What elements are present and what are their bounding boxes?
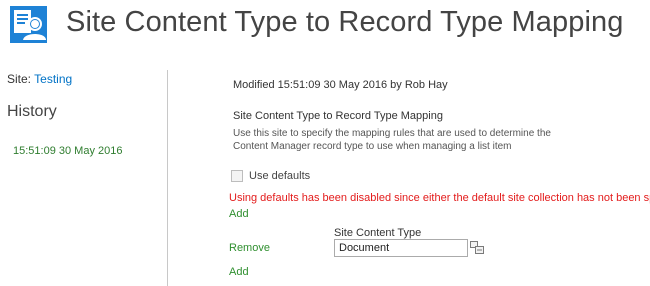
site-name-link[interactable]: Testing xyxy=(34,72,72,86)
section-title: Site Content Type to Record Type Mapping xyxy=(233,110,443,122)
use-defaults-checkbox[interactable] xyxy=(231,170,243,182)
app-logo xyxy=(10,6,47,43)
content-type-input[interactable] xyxy=(334,239,468,257)
section-description: Use this site to specify the mapping rul… xyxy=(233,128,551,152)
page-title: Site Content Type to Record Type Mapping xyxy=(66,6,624,38)
error-message: Using defaults has been disabled since e… xyxy=(229,192,650,204)
site-label: Site: xyxy=(7,72,32,86)
add-button-top[interactable]: Add xyxy=(229,208,249,220)
remove-button[interactable]: Remove xyxy=(229,242,270,254)
column-header-site-content-type: Site Content Type xyxy=(334,227,422,239)
browse-picker-icon[interactable] xyxy=(470,241,484,254)
history-heading: History xyxy=(7,103,57,120)
use-defaults-label: Use defaults xyxy=(249,170,311,182)
use-defaults-row[interactable]: Use defaults xyxy=(229,170,310,182)
sidebar-divider xyxy=(167,70,168,286)
add-button-bottom[interactable]: Add xyxy=(229,266,249,278)
document-user-icon xyxy=(10,6,47,43)
history-item[interactable]: 15:51:09 30 May 2016 xyxy=(13,145,122,157)
modified-info: Modified 15:51:09 30 May 2016 by Rob Hay xyxy=(233,79,448,91)
site-breadcrumb: Site: Testing xyxy=(7,72,72,86)
